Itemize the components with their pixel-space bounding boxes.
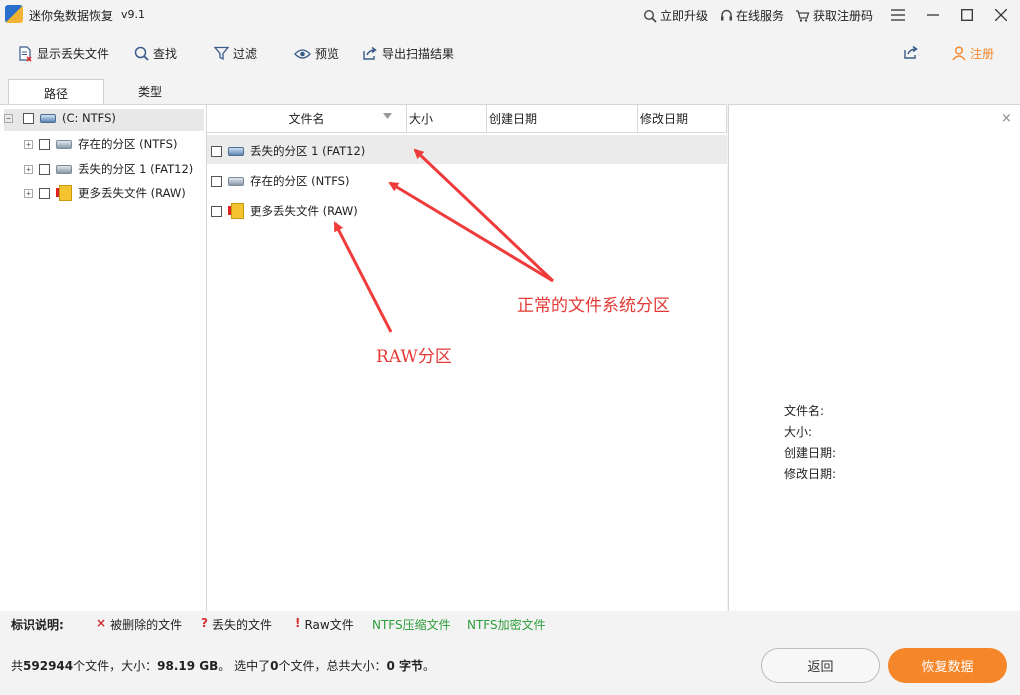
status-summary: 共592944个文件，大小：98.19 GB。 选中了0个文件，总共大小：0 字… bbox=[11, 657, 435, 674]
preview-filename-label: 文件名: bbox=[784, 404, 825, 418]
legend-bar: 标识说明: × 被删除的文件 ? 丢失的文件 ! Raw文件 NTFS压缩文件 … bbox=[0, 612, 1020, 636]
preview-size-label: 大小: bbox=[784, 425, 813, 439]
annotation-normal-partition: 正常的文件系统分区 bbox=[517, 296, 670, 316]
status-file-count: 592944 bbox=[23, 659, 74, 673]
lost-question-icon: ? bbox=[201, 616, 208, 630]
legend-ntfs-encrypted: NTFS加密文件 bbox=[467, 618, 546, 632]
preview-modified-label: 修改日期: bbox=[784, 467, 837, 481]
legend-ntfs-compressed: NTFS压缩文件 bbox=[372, 618, 451, 632]
legend-deleted: × 被删除的文件 bbox=[96, 616, 182, 633]
recover-data-button[interactable]: 恢复数据 bbox=[888, 648, 1007, 683]
status-size-label: 个文件，大小： bbox=[73, 659, 158, 673]
legend-lost-label: 丢失的文件 bbox=[211, 618, 272, 632]
preview-close-icon[interactable]: × bbox=[1001, 111, 1012, 126]
legend-title: 标识说明: bbox=[11, 618, 64, 632]
status-selected-suffix: 个文件，总共大小： bbox=[278, 659, 387, 673]
preview-created-label: 创建日期: bbox=[784, 446, 837, 460]
deleted-x-icon: × bbox=[96, 616, 107, 630]
status-size: 98.19 GB bbox=[157, 659, 219, 673]
legend-raw-label: Raw文件 bbox=[304, 618, 354, 632]
status-selected-label: 。 选中了 bbox=[218, 659, 271, 673]
legend-lost: ? 丢失的文件 bbox=[201, 616, 272, 633]
legend-deleted-label: 被删除的文件 bbox=[110, 618, 183, 632]
legend-raw: ! Raw文件 bbox=[295, 616, 354, 633]
preview-panel: × 文件名: 大小: 创建日期: 修改日期: bbox=[728, 104, 1020, 611]
status-prefix: 共 bbox=[11, 659, 24, 673]
annotation-raw-partition: RAW分区 bbox=[376, 347, 452, 367]
status-end: 。 bbox=[423, 659, 436, 673]
raw-exclamation-icon: ! bbox=[295, 616, 301, 630]
back-button[interactable]: 返回 bbox=[761, 648, 880, 683]
status-selected-size: 0 字节 bbox=[386, 659, 424, 673]
